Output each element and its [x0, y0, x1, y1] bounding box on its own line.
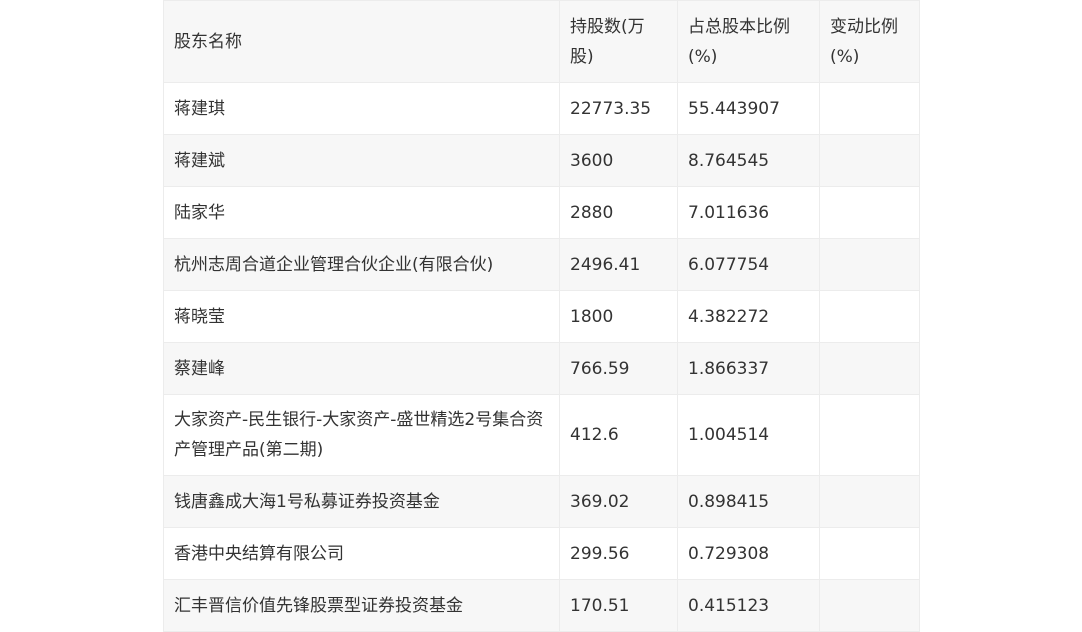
table-row: 陆家华 2880 7.011636: [163, 186, 920, 239]
cell-change: [819, 290, 920, 343]
cell-name: 大家资产-民生银行-大家资产-盛世精选2号集合资产管理产品(第二期): [163, 394, 560, 476]
cell-shares: 2880: [559, 186, 678, 239]
cell-change: [819, 134, 920, 187]
cell-shares: 369.02: [559, 475, 678, 528]
cell-shares: 412.6: [559, 394, 678, 476]
cell-change: [819, 186, 920, 239]
shareholder-table: 股东名称 持股数(万股) 占总股本比例(%) 变动比例(%) 蒋建琪 22773…: [163, 0, 920, 632]
table-row: 汇丰晋信价值先锋股票型证券投资基金 170.51 0.415123: [163, 579, 920, 632]
table-row: 蒋建琪 22773.35 55.443907: [163, 82, 920, 135]
table-row: 大家资产-民生银行-大家资产-盛世精选2号集合资产管理产品(第二期) 412.6…: [163, 394, 920, 476]
cell-name: 蒋晓莹: [163, 290, 560, 343]
header-change-ratio: 变动比例(%): [819, 0, 920, 83]
cell-change: [819, 82, 920, 135]
header-shareholder-name: 股东名称: [163, 0, 560, 83]
cell-change: [819, 238, 920, 291]
cell-shares: 1800: [559, 290, 678, 343]
cell-name: 钱唐鑫成大海1号私募证券投资基金: [163, 475, 560, 528]
cell-name: 杭州志周合道企业管理合伙企业(有限合伙): [163, 238, 560, 291]
table-row: 蔡建峰 766.59 1.866337: [163, 342, 920, 395]
header-shares-held: 持股数(万股): [559, 0, 678, 83]
cell-ratio: 0.898415: [677, 475, 820, 528]
cell-ratio: 0.415123: [677, 579, 820, 632]
table-header-row: 股东名称 持股数(万股) 占总股本比例(%) 变动比例(%): [163, 0, 920, 83]
header-share-ratio: 占总股本比例(%): [677, 0, 820, 83]
cell-ratio: 6.077754: [677, 238, 820, 291]
cell-ratio: 1.004514: [677, 394, 820, 476]
cell-shares: 22773.35: [559, 82, 678, 135]
cell-ratio: 55.443907: [677, 82, 820, 135]
cell-shares: 170.51: [559, 579, 678, 632]
table-row: 蒋建斌 3600 8.764545: [163, 134, 920, 187]
cell-ratio: 0.729308: [677, 527, 820, 580]
cell-name: 蔡建峰: [163, 342, 560, 395]
table-row: 蒋晓莹 1800 4.382272: [163, 290, 920, 343]
cell-name: 陆家华: [163, 186, 560, 239]
cell-ratio: 4.382272: [677, 290, 820, 343]
cell-name: 蒋建斌: [163, 134, 560, 187]
cell-shares: 766.59: [559, 342, 678, 395]
cell-ratio: 7.011636: [677, 186, 820, 239]
shareholder-table-container: 股东名称 持股数(万股) 占总股本比例(%) 变动比例(%) 蒋建琪 22773…: [163, 0, 920, 632]
cell-name: 汇丰晋信价值先锋股票型证券投资基金: [163, 579, 560, 632]
cell-name: 香港中央结算有限公司: [163, 527, 560, 580]
cell-change: [819, 527, 920, 580]
table-row: 杭州志周合道企业管理合伙企业(有限合伙) 2496.41 6.077754: [163, 238, 920, 291]
cell-ratio: 1.866337: [677, 342, 820, 395]
cell-shares: 3600: [559, 134, 678, 187]
cell-change: [819, 579, 920, 632]
cell-name: 蒋建琪: [163, 82, 560, 135]
table-row: 钱唐鑫成大海1号私募证券投资基金 369.02 0.898415: [163, 475, 920, 528]
cell-shares: 299.56: [559, 527, 678, 580]
table-row: 香港中央结算有限公司 299.56 0.729308: [163, 527, 920, 580]
cell-change: [819, 342, 920, 395]
cell-change: [819, 475, 920, 528]
cell-change: [819, 394, 920, 476]
cell-ratio: 8.764545: [677, 134, 820, 187]
cell-shares: 2496.41: [559, 238, 678, 291]
